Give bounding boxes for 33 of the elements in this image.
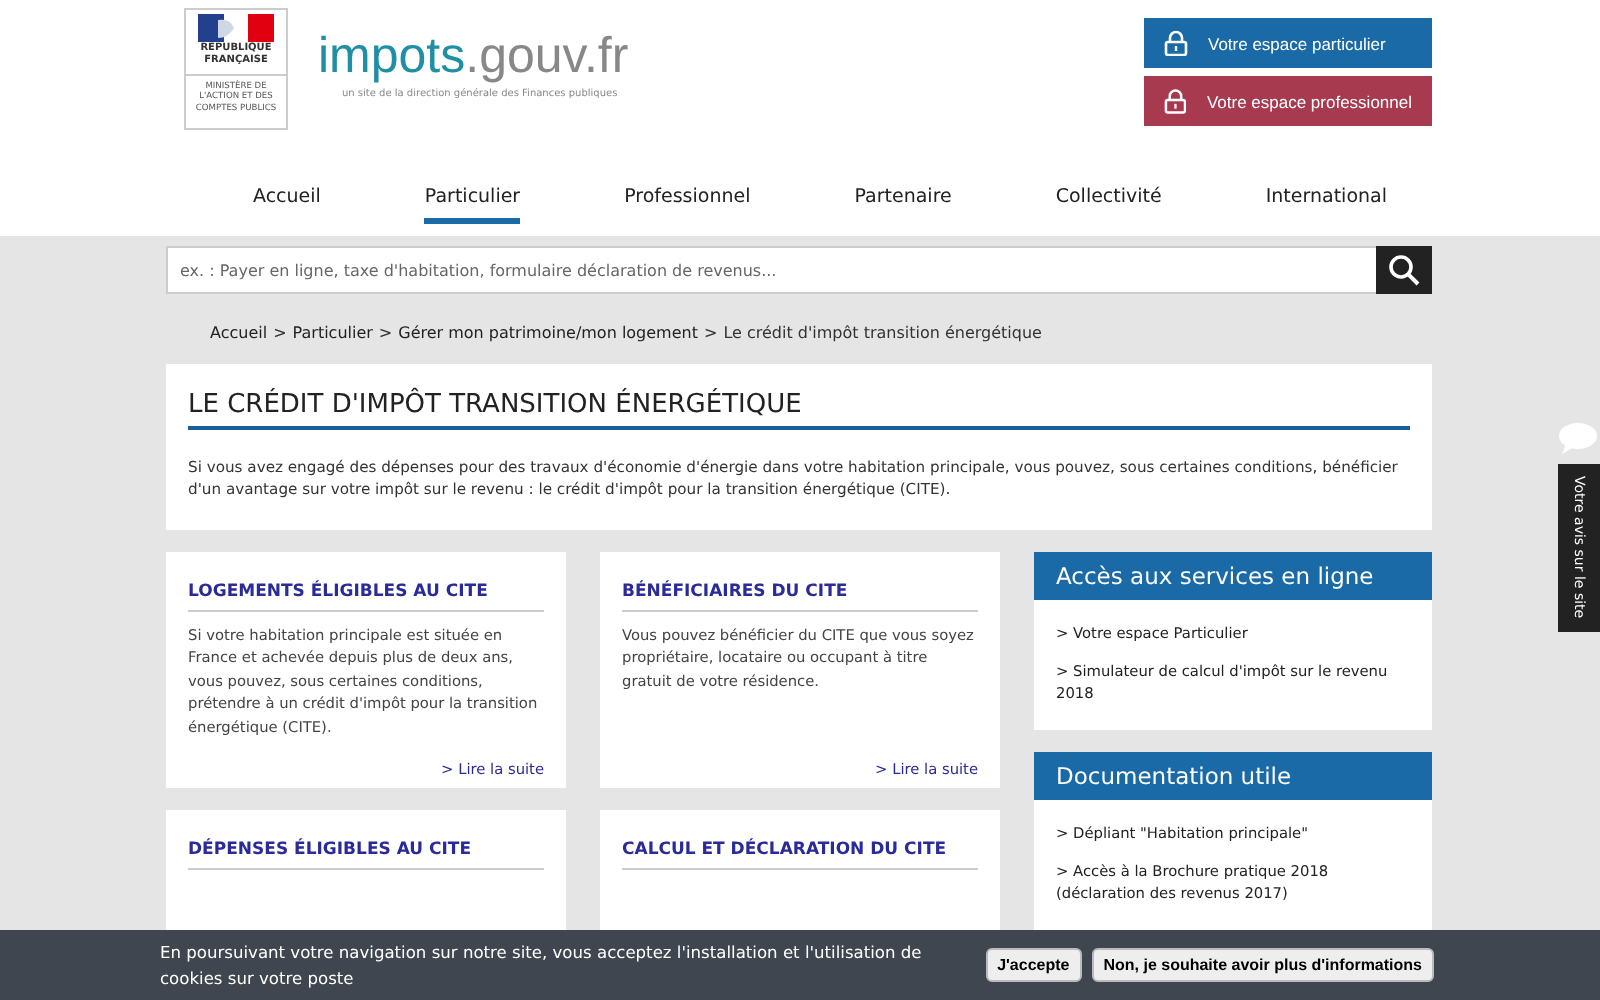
cookie-button[interactable]: J'accepte bbox=[985, 948, 1082, 982]
card-title[interactable]: DÉPENSES ÉLIGIBLES AU CITE bbox=[188, 839, 544, 870]
panel-heading: Accès aux services en ligne bbox=[1034, 551, 1432, 600]
flag-icon bbox=[198, 14, 274, 42]
card-title[interactable]: CALCUL ET DÉCLARATION DU CITE bbox=[622, 839, 978, 870]
lock-icon bbox=[1164, 30, 1188, 56]
speech-bubble-icon bbox=[1558, 422, 1598, 454]
nav-tab[interactable]: Accueil bbox=[252, 172, 321, 224]
nav-tab[interactable]: Professionnel bbox=[624, 172, 751, 224]
breadcrumb-link[interactable]: Gérer mon patrimoine/mon logement bbox=[398, 324, 698, 364]
account-button[interactable]: Votre espace particulier bbox=[1144, 18, 1432, 68]
breadcrumb-current: Le crédit d'impôt transition énergétique bbox=[723, 324, 1042, 346]
breadcrumb-link[interactable]: Particulier bbox=[292, 324, 373, 364]
panel-heading: Documentation utile bbox=[1034, 752, 1432, 801]
breadcrumb-separator: > bbox=[703, 324, 718, 346]
account-button[interactable]: Votre espace professionnel bbox=[1144, 76, 1432, 126]
nav-tab[interactable]: Collectivité bbox=[1055, 172, 1162, 224]
breadcrumb-link[interactable]: Accueil bbox=[210, 324, 268, 364]
card-title[interactable]: BÉNÉFICIAIRES DU CITE bbox=[622, 581, 978, 612]
search-icon bbox=[1388, 254, 1420, 286]
nav-tab[interactable]: Particulier bbox=[424, 172, 521, 224]
cookie-notice: En poursuivant votre navigation sur notre site, vous acceptez l'installation et l'utilisation de cookies sur votre poste bbox=[160, 940, 924, 990]
breadcrumb-separator: > bbox=[378, 324, 393, 346]
cookie-button[interactable]: Non, je souhaite avoir plus d'informations bbox=[1091, 948, 1434, 982]
breadcrumb-separator: > bbox=[273, 324, 287, 346]
search-field[interactable]: ex. : Payer en ligne, taxe d'habitation, formulaire déclaration de revenus... bbox=[166, 246, 1376, 294]
site-logo[interactable]: impots.gouv.fr bbox=[318, 32, 629, 82]
nav-tab[interactable]: International bbox=[1265, 172, 1387, 224]
page-title: LE CRÉDIT D'IMPÔT TRANSITION ÉNERGÉTIQUE bbox=[188, 390, 1410, 430]
card-title[interactable]: LOGEMENTS ÉLIGIBLES AU CITE bbox=[188, 581, 544, 612]
lock-icon bbox=[1164, 88, 1187, 114]
nav-tab[interactable]: Partenaire bbox=[854, 172, 952, 224]
search-button[interactable] bbox=[1376, 246, 1432, 294]
